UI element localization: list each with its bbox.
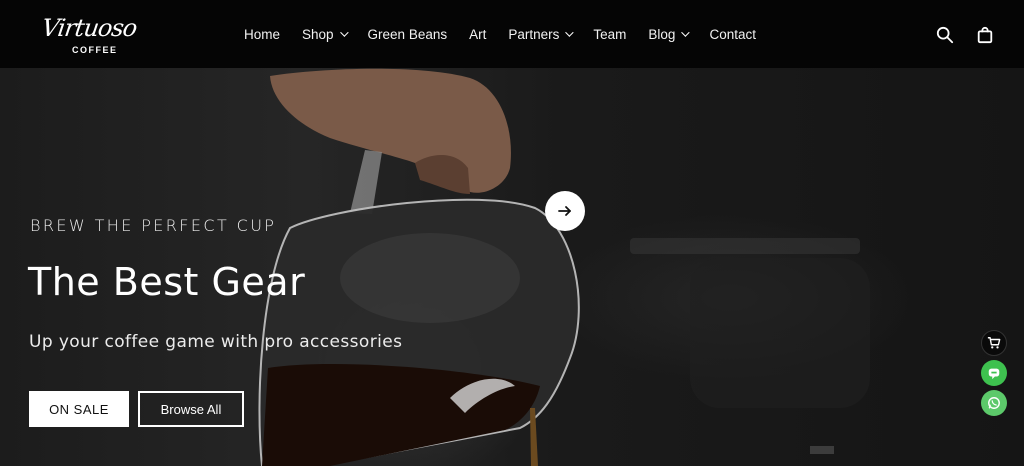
main-nav: Home Shop Green Beans Art Partners Team … [244, 0, 778, 68]
nav-item-partners[interactable]: Partners [508, 26, 575, 42]
chevron-down-icon [681, 28, 691, 37]
brand-logo[interactable]: Virtuoso COFFEE [40, 14, 142, 58]
slide-next-button[interactable] [545, 191, 585, 231]
nav-item-contact[interactable]: Contact [709, 27, 756, 42]
hero-subline: Up your coffee game with pro accessories [29, 332, 403, 352]
browse-all-button[interactable]: Browse All [138, 391, 244, 427]
search-icon[interactable] [936, 26, 954, 44]
nav-item-team[interactable]: Team [593, 27, 626, 42]
nav-label: Blog [648, 26, 676, 42]
arrow-right-icon [558, 206, 571, 216]
floating-cart-button[interactable] [981, 330, 1007, 356]
nav-label: Partners [508, 26, 560, 42]
nav-item-green-beans[interactable]: Green Beans [368, 27, 448, 42]
nav-label: Shop [302, 26, 334, 42]
cart-icon [987, 337, 1001, 349]
nav-item-art[interactable]: Art [469, 27, 486, 42]
hero-eyebrow: BREW THE PERFECT CUP [30, 216, 277, 235]
nav-label: Green Beans [367, 26, 448, 42]
hero-banner: BREW THE PERFECT CUP The Best Gear Up yo… [0, 68, 1024, 466]
floating-whatsapp-button[interactable] [981, 390, 1007, 416]
chevron-down-icon [339, 28, 349, 37]
site-header: Virtuoso COFFEE Home Shop Green Beans Ar… [0, 0, 1024, 68]
chevron-down-icon [565, 28, 575, 37]
on-sale-button[interactable]: ON SALE [29, 391, 129, 427]
nav-item-shop[interactable]: Shop [302, 26, 349, 42]
floating-line-button[interactable] [981, 360, 1007, 386]
whatsapp-icon [988, 397, 1000, 409]
logo-subtitle: COFFEE [72, 45, 118, 55]
line-icon [988, 368, 1000, 380]
nav-label: Team [593, 26, 627, 42]
logo-script: Virtuoso [40, 14, 139, 42]
nav-item-blog[interactable]: Blog [648, 26, 691, 42]
bag-icon[interactable] [976, 26, 994, 44]
hero-headline: The Best Gear [28, 260, 306, 304]
nav-label: Home [244, 26, 281, 42]
nav-label: Contact [709, 26, 756, 42]
nav-item-home[interactable]: Home [244, 27, 280, 42]
nav-label: Art [469, 26, 487, 42]
